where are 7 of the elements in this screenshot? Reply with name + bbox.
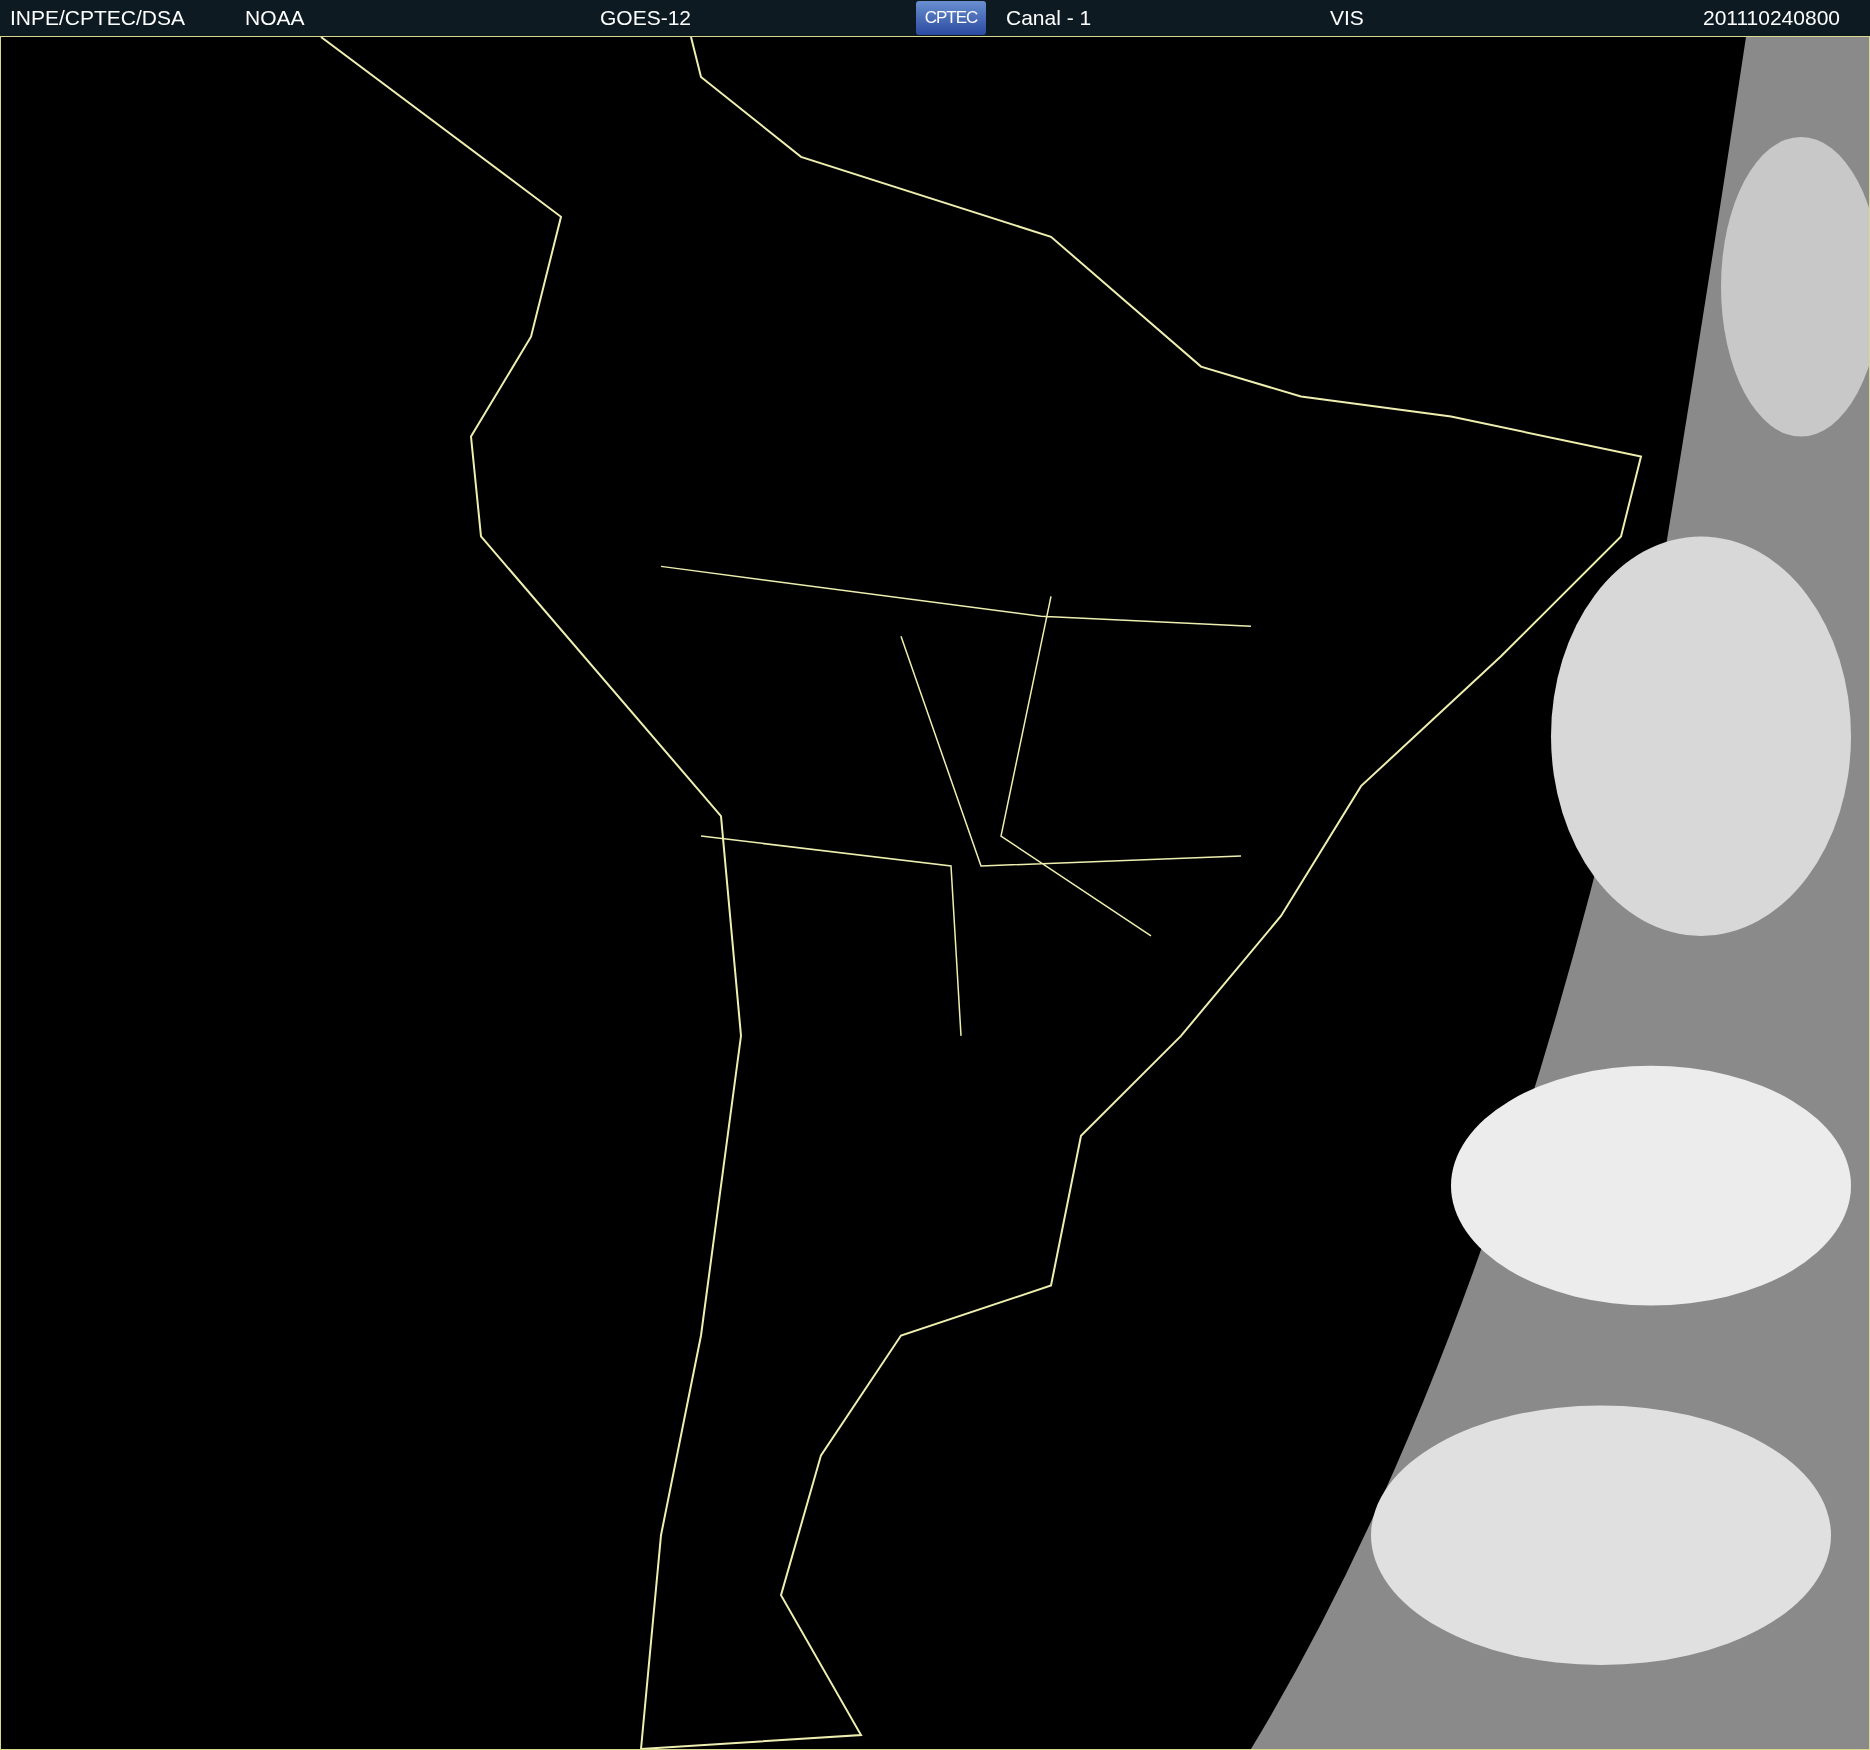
header-label: NOAA — [245, 5, 306, 32]
header-label: INPE/CPTEC/DSA — [10, 5, 187, 32]
header-label: Canal - 1 — [1006, 5, 1093, 32]
header-label: GOES-12 — [600, 5, 693, 32]
header-label: VIS — [1330, 5, 1365, 32]
timestamp: 201110240800 — [1702, 5, 1841, 32]
logo: CPTEC — [916, 1, 986, 35]
